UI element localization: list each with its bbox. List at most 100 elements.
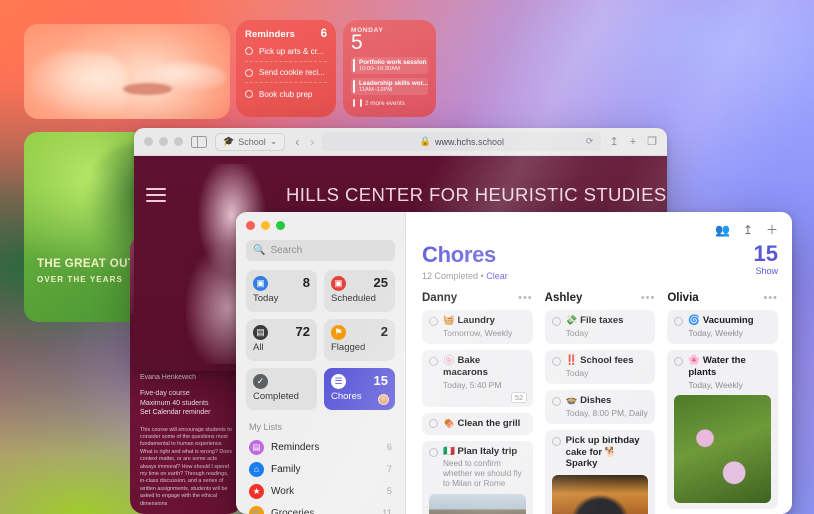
reminders-sidebar: 🔍 Search ▣ 8 Today ▣ 25 Scheduled ▤ 72 A…	[236, 212, 406, 514]
task-item[interactable]: Pick up birthday cake for 🐕 Sparky	[544, 430, 656, 514]
column-title: Olivia	[667, 292, 699, 304]
safari-toolbar-actions[interactable]: ↥ + ❐	[609, 135, 657, 149]
close-window-button[interactable]	[144, 137, 153, 146]
safari-navigation[interactable]: ‹ ›	[295, 135, 314, 149]
reminders-widget-item[interactable]: Pick up arts & cr...	[245, 40, 327, 62]
event-color-bar	[353, 79, 355, 93]
smart-list-chores[interactable]: ☰ 15 Chores	[324, 368, 395, 410]
task-checkbox[interactable]	[674, 356, 684, 366]
task-checkbox[interactable]	[551, 316, 561, 326]
task-checkbox[interactable]	[674, 316, 684, 326]
list-reminders-icon: ▤	[249, 439, 264, 455]
column-menu-button[interactable]: •••	[518, 293, 533, 304]
task-emoji-icon: 🇮🇹	[443, 446, 455, 457]
minimize-window-button[interactable]	[261, 221, 270, 230]
share-participants-icon[interactable]: 👥	[715, 223, 730, 237]
sidebar-toggle-icon[interactable]	[191, 135, 207, 148]
share-icon[interactable]: ↥	[609, 135, 618, 148]
checkbox-circle-icon[interactable]	[245, 68, 253, 77]
window-traffic-lights[interactable]	[144, 137, 183, 146]
smart-list-today[interactable]: ▣ 8 Today	[246, 270, 317, 312]
task-item[interactable]: 💸 File taxes Today	[544, 310, 656, 344]
column-header: Ashley •••	[545, 292, 656, 310]
maximize-window-button[interactable]	[276, 221, 285, 230]
tab-group-icon: 🎓	[223, 136, 235, 146]
task-item[interactable]: 🧺 Laundry Tomorrow, Weekly	[422, 310, 533, 344]
task-checkbox[interactable]	[429, 419, 438, 428]
calendar-widget[interactable]: MONDAY 5 Portfolio work session 10:00–10…	[343, 20, 436, 117]
reminders-app-window[interactable]: 🔍 Search ▣ 8 Today ▣ 25 Scheduled ▤ 72 A…	[236, 212, 792, 514]
dog-mane	[28, 50, 127, 118]
calendar-widget-event[interactable]: Portfolio work session 10:00–10:30AM	[351, 57, 428, 74]
chevron-down-icon: ⌄	[269, 136, 278, 146]
new-tab-icon[interactable]: +	[630, 136, 636, 148]
event-time: 11AM–12PM	[359, 87, 393, 93]
task-item[interactable]: 🍲 Dishes Today, 8:00 PM, Daily	[544, 390, 656, 424]
share-icon[interactable]: ↥	[743, 223, 753, 237]
task-checkbox[interactable]	[429, 447, 438, 457]
smart-list-count: 2	[380, 324, 388, 339]
sidebar-item-family[interactable]: ⌂ Family 7	[246, 458, 395, 480]
reload-icon[interactable]: ⟳	[586, 136, 594, 147]
menu-hamburger-icon[interactable]	[146, 188, 166, 202]
tab-overview-icon[interactable]: ❐	[647, 135, 657, 148]
reminders-widget-item[interactable]: Send cookie reci...	[245, 62, 327, 83]
checkmark-icon: ✓	[253, 374, 268, 389]
sidebar-item-reminders[interactable]: ▤ Reminders 6	[246, 436, 395, 458]
smart-list-label: Flagged	[331, 342, 366, 353]
smart-list-label: Completed	[253, 391, 299, 402]
reminders-toolbar-actions[interactable]: 👥 ↥ ＋	[715, 221, 778, 238]
task-checkbox[interactable]	[429, 356, 438, 366]
smart-list-label: Today	[253, 293, 279, 304]
task-checkbox[interactable]	[551, 356, 561, 366]
smart-list-label: All	[253, 342, 264, 353]
column-menu-button[interactable]: •••	[641, 293, 656, 304]
column-menu-button[interactable]: •••	[763, 293, 778, 304]
inbox-all-icon: ▤	[253, 325, 268, 340]
safari-tab-group[interactable]: 🎓 School ⌄	[215, 132, 286, 151]
task-item[interactable]: 🌀 Vacuuming Today, Weekly	[667, 310, 779, 344]
task-item[interactable]: 🇮🇹 Plan Italy trip Need to confirm wheth…	[422, 441, 533, 514]
back-icon[interactable]: ‹	[295, 135, 299, 149]
minimize-window-button[interactable]	[159, 137, 168, 146]
task-attachment-photo[interactable]	[429, 494, 526, 514]
task-checkbox[interactable]	[551, 396, 561, 406]
search-icon: 🔍	[253, 245, 266, 256]
forward-icon[interactable]: ›	[310, 135, 314, 149]
close-window-button[interactable]	[246, 221, 255, 230]
calendar-widget-more-events[interactable]: 2 more events	[351, 99, 428, 107]
task-checkbox[interactable]	[429, 316, 438, 326]
task-item[interactable]: ‼️ School fees Today	[544, 350, 656, 384]
task-attachment-photo[interactable]	[674, 394, 772, 503]
task-title-text: File taxes	[580, 315, 624, 326]
cart-icon: 🛒	[249, 505, 264, 514]
smart-list-all[interactable]: ▤ 72 All	[246, 319, 317, 361]
add-icon[interactable]: ＋	[766, 221, 778, 238]
search-input[interactable]: 🔍 Search	[246, 240, 395, 261]
calendar-widget-event[interactable]: Leadership skills wor... 11AM–12PM	[351, 78, 428, 95]
show-completed-button[interactable]: Show	[755, 266, 778, 276]
smart-list-flagged[interactable]: ⚑ 2 Flagged	[324, 319, 395, 361]
task-attachment-photo[interactable]	[551, 474, 649, 514]
clear-button[interactable]: Clear	[486, 271, 508, 281]
task-item[interactable]: 🌸 Water the plants Today, Weekly	[667, 350, 779, 509]
smart-list-completed[interactable]: ✓ Completed	[246, 368, 317, 410]
maximize-window-button[interactable]	[174, 137, 183, 146]
task-emoji-icon: 🍖	[443, 417, 455, 429]
sidebar-item-count: 11	[382, 507, 392, 514]
checkbox-circle-icon[interactable]	[245, 90, 253, 98]
address-bar[interactable]: 🔒 www.hchs.school ⟳	[322, 132, 602, 151]
task-item[interactable]: 🍖 Clean the grill	[422, 412, 533, 435]
task-item[interactable]: 🍥 Bake macarons Today, 5:40 PM 52	[422, 350, 533, 407]
calendar-scheduled-icon: ▣	[331, 276, 346, 291]
window-traffic-lights[interactable]	[246, 221, 395, 230]
sidebar-item-groceries[interactable]: 🛒 Groceries 11	[246, 502, 395, 514]
task-checkbox[interactable]	[551, 436, 561, 446]
reminders-widget[interactable]: Reminders 6 Pick up arts & cr... Send co…	[236, 20, 336, 117]
checkbox-circle-icon[interactable]	[245, 47, 253, 55]
photo-widget-dog[interactable]	[24, 24, 230, 119]
smart-list-scheduled[interactable]: ▣ 25 Scheduled	[324, 270, 395, 312]
reminders-widget-item[interactable]: Book club prep	[245, 83, 327, 104]
task-title-text: Plan Italy trip	[457, 446, 518, 457]
sidebar-item-work[interactable]: ★ Work 5	[246, 480, 395, 502]
